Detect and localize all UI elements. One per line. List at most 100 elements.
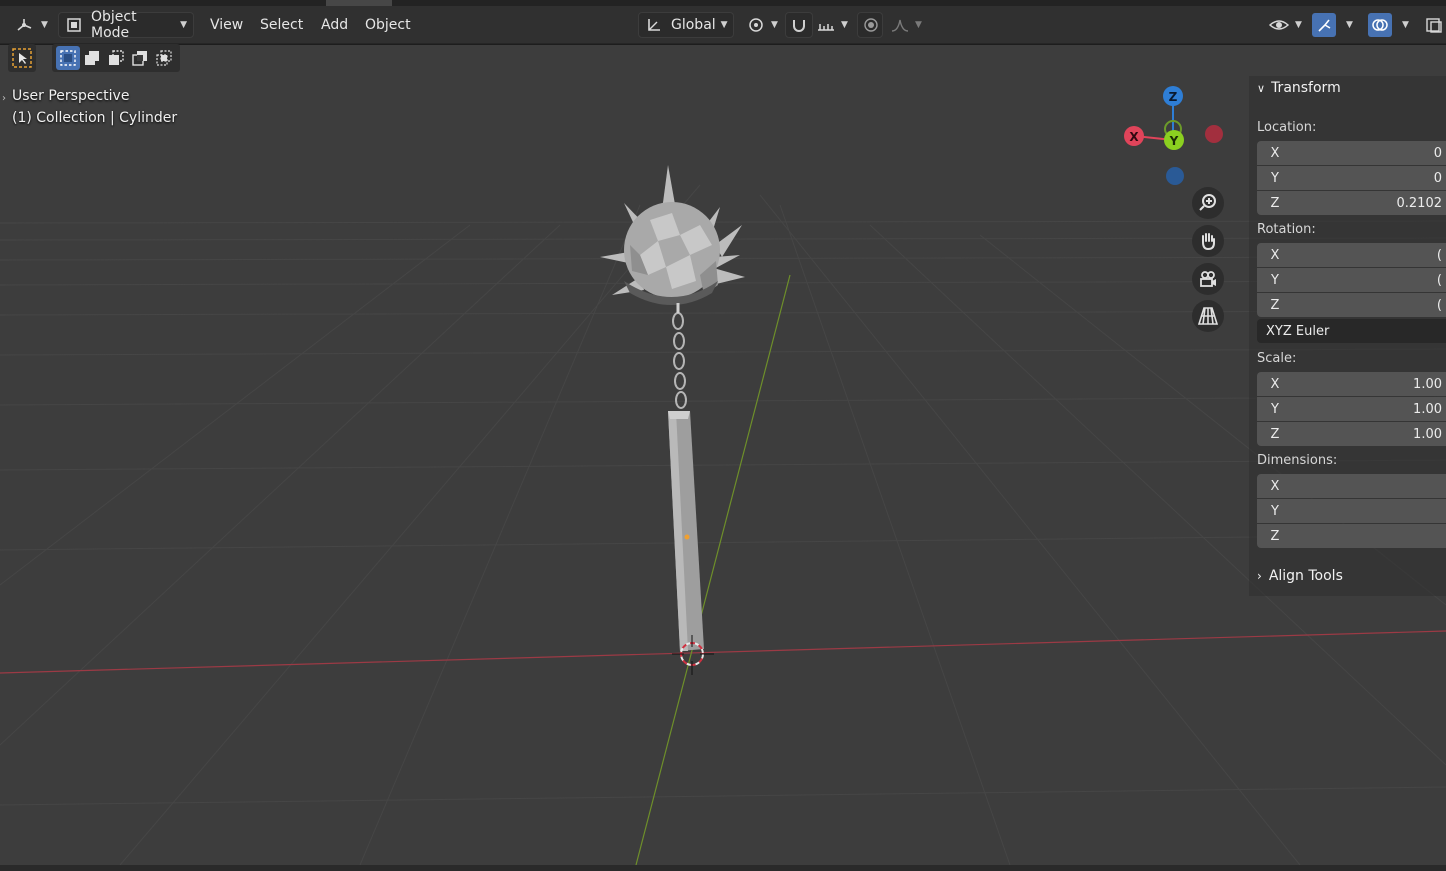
axis-label: Y — [1271, 170, 1279, 186]
zoom-in-icon — [1197, 192, 1219, 214]
pan-button[interactable] — [1192, 225, 1224, 257]
menu-object[interactable]: Object — [359, 12, 417, 38]
z-axis-label: Z — [1169, 90, 1178, 104]
axis-label: Y — [1271, 272, 1279, 288]
neg-z-axis-handle — [1166, 167, 1184, 185]
status-bar — [0, 865, 1446, 871]
align-tools-header[interactable]: › Align Tools — [1257, 568, 1343, 584]
zoom-button[interactable] — [1192, 187, 1224, 219]
menu-add[interactable]: Add — [315, 12, 354, 38]
snap-toggle[interactable] — [785, 12, 813, 38]
proportional-editing-toggle[interactable] — [857, 12, 883, 38]
flail-model[interactable] — [600, 165, 745, 651]
dimensions-x-field[interactable]: X — [1257, 474, 1446, 498]
perspective-toggle-button[interactable] — [1192, 300, 1224, 332]
sidebar-n-panel: ∨ Transform Location: X0 Y0 Z 0.2102 Rotat… — [1249, 76, 1446, 596]
axis-label: X — [1270, 478, 1280, 494]
pivot-point-button[interactable]: ▼ — [740, 12, 784, 38]
chevron-right-icon: › — [1257, 569, 1262, 583]
location-x-field[interactable]: X0 — [1257, 141, 1446, 165]
orientation-icon — [645, 16, 663, 34]
camera-icon — [1197, 268, 1219, 290]
navigation-gizmo[interactable]: Z X Y — [1118, 81, 1228, 191]
object-origin-dot — [684, 534, 690, 540]
location-label: Location: — [1257, 120, 1317, 135]
object-mode-icon — [65, 16, 83, 34]
select-intersect-button[interactable] — [152, 46, 176, 70]
transform-orientation-dropdown[interactable]: Global ▼ — [638, 12, 734, 38]
menu-select[interactable]: Select — [254, 12, 309, 38]
pivot-icon — [746, 16, 766, 34]
3d-viewport[interactable]: › User Perspective (1) Collection | Cyli… — [0, 45, 1446, 865]
chevron-down-icon: ▼ — [180, 20, 187, 30]
falloff-button[interactable]: ▼ — [884, 12, 928, 38]
visibility-button[interactable]: ▼ — [1262, 12, 1308, 38]
collection-name: (1) Collection — [12, 110, 106, 126]
active-workspace-tab[interactable] — [326, 0, 392, 6]
dimensions-z-field[interactable]: Z — [1257, 524, 1446, 548]
dimensions-y-field[interactable]: Y — [1257, 499, 1446, 523]
floor-grid — [0, 184, 1446, 865]
select-invert-icon — [131, 49, 149, 67]
align-tools-title: Align Tools — [1268, 568, 1343, 584]
select-intersect-icon — [155, 49, 173, 67]
rotation-z-field[interactable]: Z( — [1257, 293, 1446, 317]
select-extend-button[interactable] — [80, 46, 104, 70]
field-value: 1.00 — [1413, 401, 1442, 417]
field-value: 0 — [1433, 170, 1442, 186]
overlays-toggle[interactable]: ▼ — [1364, 12, 1413, 38]
field-value: 0.2102 — [1396, 195, 1443, 211]
axis-label: X — [1270, 247, 1280, 263]
scale-z-field[interactable]: Z 1.00 — [1257, 422, 1446, 446]
workspace-tabs-strip — [0, 0, 1446, 6]
rotation-label: Rotation: — [1257, 222, 1316, 237]
camera-view-button[interactable] — [1192, 263, 1224, 295]
select-tool-button[interactable] — [10, 46, 34, 70]
select-new-button[interactable] — [56, 46, 80, 70]
scale-label: Scale: — [1257, 351, 1297, 366]
location-y-field[interactable]: Y0 — [1257, 166, 1446, 190]
field-value: 1.00 — [1413, 376, 1442, 392]
toolbar-expand-icon[interactable]: › — [2, 93, 6, 104]
transform-panel-header[interactable]: ∨ Transform — [1257, 80, 1341, 96]
y-axis-line — [635, 274, 791, 865]
mode-dropdown[interactable]: Object Mode ▼ — [58, 9, 194, 41]
viewport-header: ▼ Object Mode ▼ View Select Add Object G… — [0, 0, 1446, 44]
editor-type-button[interactable]: ▼ — [8, 12, 54, 38]
select-invert-button[interactable] — [128, 46, 152, 70]
object-name: Cylinder — [119, 110, 178, 126]
axis-label: Z — [1270, 297, 1280, 313]
chevron-down-icon: ▼ — [771, 20, 778, 30]
scale-y-field[interactable]: Y 1.00 — [1257, 397, 1446, 421]
xray-toggle[interactable] — [1420, 12, 1446, 38]
chevron-down-icon: ▼ — [720, 20, 728, 30]
view-name: User Perspective — [12, 88, 130, 104]
menu-view[interactable]: View — [204, 12, 249, 38]
select-subtract-button[interactable] — [104, 46, 128, 70]
cursor-select-icon — [11, 47, 33, 69]
chevron-down-icon: ▼ — [1346, 20, 1353, 30]
rotation-x-field[interactable]: X( — [1257, 243, 1446, 267]
orientation-label: Global — [671, 17, 716, 33]
location-z-field[interactable]: Z 0.2102 — [1257, 191, 1446, 215]
axis-label: X — [1270, 145, 1280, 161]
active-tool-group — [8, 44, 36, 72]
proportional-editing-icon — [862, 16, 880, 34]
tool-settings-row — [8, 44, 180, 72]
chevron-down-icon: ▼ — [841, 20, 848, 30]
rotation-y-field[interactable]: Y( — [1257, 268, 1446, 292]
transform-title: Transform — [1271, 80, 1341, 96]
rotation-mode-dropdown[interactable]: XYZ Euler — [1257, 319, 1446, 343]
chevron-down-icon: ▼ — [41, 20, 48, 30]
select-set-icon — [59, 49, 77, 67]
gizmo-toggle[interactable]: ▼ — [1308, 12, 1357, 38]
select-extend-icon — [83, 49, 101, 67]
xray-icon — [1424, 16, 1444, 34]
viewport-info-overlay: User Perspective (1) Collection | Cylind… — [12, 85, 177, 129]
axis-label: Z — [1270, 426, 1280, 442]
y-axis-label: Y — [1169, 134, 1179, 148]
grid-perspective-icon — [1197, 305, 1219, 327]
x-axis-line — [0, 630, 1446, 674]
snap-target-button[interactable]: ▼ — [810, 12, 854, 38]
scale-x-field[interactable]: X 1.00 — [1257, 372, 1446, 396]
